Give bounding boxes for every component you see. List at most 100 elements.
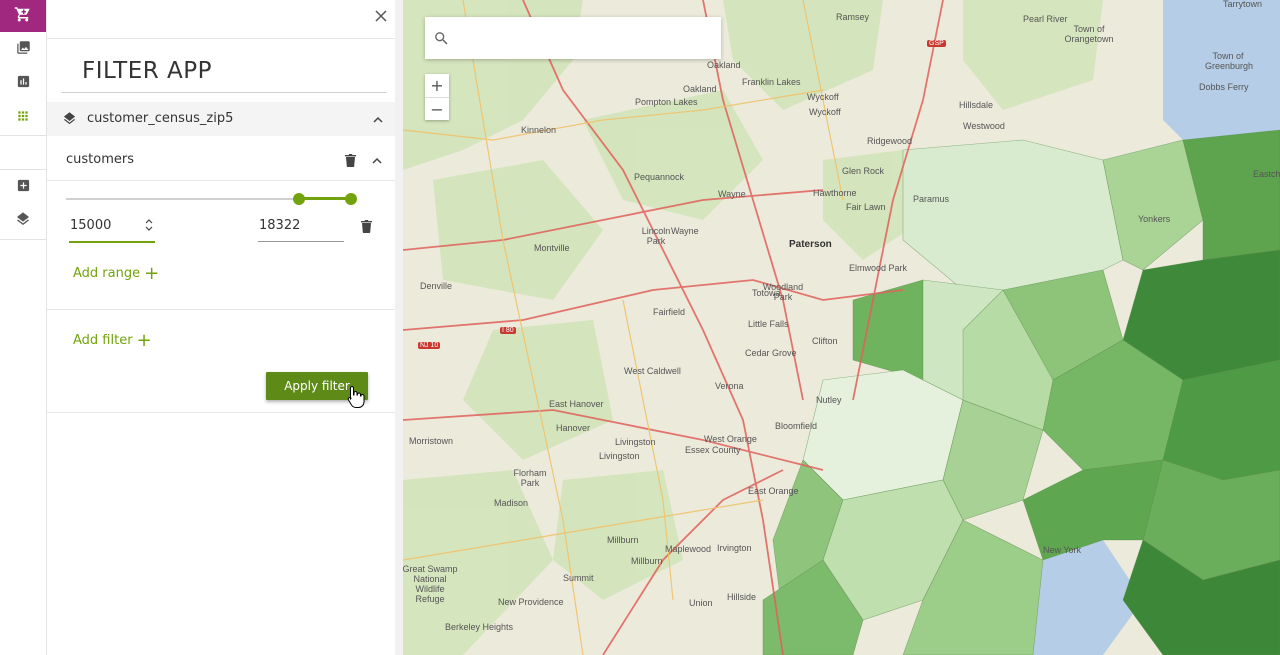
map-label: Town of Orangetown [1064,24,1114,44]
chevron-up-icon[interactable] [371,112,385,126]
map-label: Millburn [631,556,663,566]
layers-icon [62,111,77,130]
highway-shield: I 80 [500,327,516,334]
map-label: Summit [563,573,594,583]
map-label: Hawthorne [813,188,857,198]
map-label: West Caldwell [624,366,681,376]
trash-icon [344,154,356,167]
map-label: Fairfield [653,307,686,317]
divider [47,309,395,310]
zoom-out-button[interactable]: − [425,97,449,120]
add-box-icon [16,178,31,197]
zoom-control: + − [425,74,449,120]
divider [47,412,395,413]
plus-icon: + [136,330,152,351]
close-panel-button[interactable] [371,6,391,26]
map-label: Little Falls [748,319,789,329]
map-label: Pompton Lakes [635,97,698,107]
add-range-link[interactable]: Add range + [73,263,160,284]
layer-header[interactable]: customer_census_zip5 [47,102,395,136]
rail-add-button[interactable] [0,171,46,203]
rail-cart-button[interactable] [0,0,46,32]
rail-divider [0,135,46,136]
map-label: Maplewood [665,544,712,554]
rail-apps-button[interactable] [0,101,46,133]
map-label: Oakland [707,60,741,70]
range-max-input[interactable] [257,214,347,236]
add-range-label: Add range [73,266,141,281]
map-label: Hanover [556,423,591,433]
close-icon [375,7,387,26]
map-base [403,0,1280,655]
map-label: Glen Rock [842,166,885,176]
map-label: New York [1043,545,1082,555]
map-label: Morristown [409,436,454,446]
map-label: Essex County [685,445,741,455]
map-search-box [425,17,721,61]
map-label: Clifton [812,336,838,346]
input-underline-active [69,241,155,243]
range-slider-min-handle[interactable] [293,193,305,205]
divider [47,180,395,181]
map-label: Verona [715,381,744,391]
map-label: Yonkers [1138,214,1171,224]
left-rail [0,0,47,655]
map-label: Pequannock [634,172,685,182]
filter-panel: FILTER APP customer_census_zip5 customer… [47,0,395,655]
map-label: Florham Park [513,468,547,488]
rail-layers-button[interactable] [0,205,46,237]
apps-grid-icon [16,108,30,127]
map-label: Lincoln Park [641,226,671,246]
map-label: Great Swamp National Wildlife Refuge [403,564,458,604]
panel-scrollbar[interactable] [395,0,403,655]
map-search-input[interactable] [461,17,715,61]
map-label: Berkeley Heights [445,622,514,632]
hand-cursor-icon [347,385,365,413]
number-stepper-icon[interactable] [144,217,154,233]
map-label: Irvington [717,543,752,553]
map-label: Wayne [671,226,699,236]
map-label: Town of Greenburgh [1205,51,1254,71]
map-view[interactable]: Ramsey Pearl River Tarrytown Town of Ora… [403,0,1280,655]
map-label: Paterson [789,239,832,250]
layer-name: customer_census_zip5 [87,111,234,126]
zoom-in-button[interactable]: + [425,74,449,97]
map-label: Hillside [727,592,757,602]
map-label: Wyckoff [809,107,841,117]
rail-divider [0,169,46,170]
input-underline [258,241,344,242]
map-label: Elmwood Park [849,263,908,273]
map-label: Denville [420,281,453,291]
map-label: Ramsey [836,12,870,22]
plus-icon: + [144,263,160,284]
map-label: Madison [494,498,529,508]
add-filter-link[interactable]: Add filter + [73,330,152,351]
cart-icon [14,5,32,27]
range-min-input[interactable] [68,214,142,236]
chevron-up-icon[interactable] [370,153,384,167]
map-label: Ridgewood [867,136,913,146]
rail-chart-button[interactable] [0,67,46,99]
add-filter-label: Add filter [73,333,133,348]
divider [47,38,395,39]
map-label: Tarrytown [1223,0,1263,9]
map-label: Westwood [963,121,1005,131]
highway-shield: GSP [927,40,946,47]
map-label: Paramus [913,194,950,204]
image-icon [16,40,31,59]
map-label: Montville [534,243,570,253]
trash-icon [360,220,372,233]
map-label: Woodland Park [762,282,804,302]
highway-shield: NJ 10 [418,342,441,349]
map-label: Cedar Grove [745,348,797,358]
map-label: Union [689,598,713,608]
map-label: Pearl River [1023,14,1068,24]
delete-filter-button[interactable] [343,152,357,168]
map-label: Dobbs Ferry [1199,82,1249,92]
map-label: Nutley [816,395,842,405]
range-slider-max-handle[interactable] [345,193,357,205]
map-label: New Providence [498,597,564,607]
map-label: Franklin Lakes [742,77,801,87]
rail-image-button[interactable] [0,33,46,65]
delete-range-button[interactable] [359,218,373,234]
